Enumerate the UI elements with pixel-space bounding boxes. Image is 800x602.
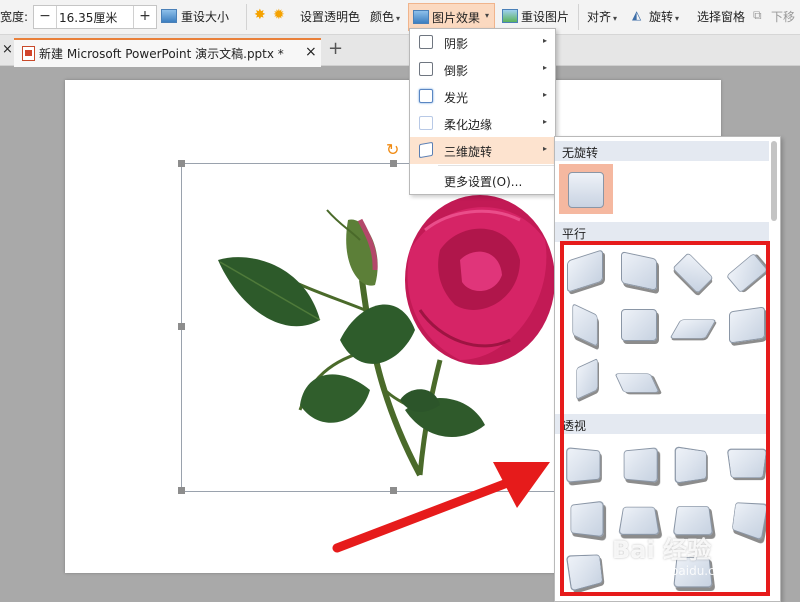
resize-handle-top[interactable] xyxy=(390,160,397,167)
separator xyxy=(578,4,579,30)
menu-item-label: 阴影 xyxy=(444,37,469,51)
width-value[interactable]: 16.35厘米 xyxy=(59,9,117,26)
ribbon-toolbar: 宽度: − 16.35厘米 + 重设大小 ✸ ✹ 设置透明色 颜色 ▾ 图片效果 … xyxy=(0,0,800,35)
selection-frame xyxy=(181,163,557,492)
menu-item-label: 发光 xyxy=(444,91,469,105)
chevron-right-icon: ▸ xyxy=(542,36,547,45)
menu-item-glow[interactable]: 发光 ▸ xyxy=(410,83,555,110)
brightness-decrease-icon[interactable]: ✹ xyxy=(273,8,285,22)
3d-rotation-icon xyxy=(419,141,433,159)
watermark-url: jingyan.baidu.com xyxy=(623,564,734,578)
scrollbar-thumb[interactable] xyxy=(771,141,777,221)
soft-edges-icon xyxy=(419,116,433,130)
resize-handle-top-left[interactable] xyxy=(178,160,185,167)
reset-picture-icon xyxy=(502,9,518,23)
chevron-down-icon: ▾ xyxy=(675,14,680,23)
section-header-parallel: 平行 xyxy=(555,222,769,242)
width-decrease-button[interactable]: − xyxy=(34,6,57,28)
reflection-icon xyxy=(419,62,433,76)
annotation-arrow-icon xyxy=(332,462,550,553)
color-button[interactable]: 颜色 ▾ xyxy=(370,8,400,25)
selection-pane-button[interactable]: 选择窗格 xyxy=(697,8,745,25)
chevron-right-icon: ▸ xyxy=(542,63,547,72)
menu-item-reflection[interactable]: 倒影 ▸ xyxy=(410,56,555,83)
separator xyxy=(246,4,247,30)
reset-picture-button[interactable]: 重设图片 xyxy=(521,8,569,25)
chevron-right-icon: ▸ xyxy=(542,117,547,126)
picture-effects-icon xyxy=(413,10,429,24)
picture-effects-label: 图片效果 xyxy=(432,11,481,25)
chevron-down-icon: ▾ xyxy=(613,14,618,23)
rotate-icon: ◭ xyxy=(632,8,642,22)
resize-handle-left[interactable] xyxy=(178,323,185,330)
preset-thumbnail xyxy=(568,172,604,208)
gallery-item-no-rotation[interactable] xyxy=(559,164,613,214)
new-tab-button[interactable]: + xyxy=(328,38,343,59)
menu-item-label: 倒影 xyxy=(444,64,469,78)
powerpoint-file-icon xyxy=(22,46,35,61)
shadow-icon xyxy=(419,35,433,49)
menu-item-shadow[interactable]: 阴影 ▸ xyxy=(410,29,555,56)
rotation-handle-icon[interactable]: ↻ xyxy=(386,140,399,159)
move-down-button[interactable]: 下移 xyxy=(771,8,795,25)
resize-handle-bottom-left[interactable] xyxy=(178,487,185,494)
brightness-increase-icon[interactable]: ✸ xyxy=(254,8,266,22)
glow-icon xyxy=(419,89,433,103)
section-header-no-rotation: 无旋转 xyxy=(555,141,769,161)
menu-item-3d-rotation[interactable]: 三维旋转 ▸ xyxy=(410,137,555,164)
move-down-icon: ⧉ xyxy=(753,8,762,22)
width-increase-button[interactable]: + xyxy=(133,6,156,28)
align-button[interactable]: 对齐 ▾ xyxy=(587,8,617,25)
close-icon[interactable]: × xyxy=(2,42,13,57)
picture-effects-button[interactable]: 图片效果 ▾ xyxy=(408,3,495,31)
align-label: 对齐 xyxy=(587,10,612,24)
reset-size-icon xyxy=(161,9,177,23)
set-transparent-button[interactable]: 设置透明色 xyxy=(300,8,360,25)
chevron-down-icon: ▾ xyxy=(396,14,401,23)
width-stepper[interactable]: − 16.35厘米 + xyxy=(33,5,157,29)
menu-divider xyxy=(438,165,555,166)
width-label: 宽度: xyxy=(0,10,29,24)
tab-document-title: 新建 Microsoft PowerPoint 演示文稿.pptx * xyxy=(39,47,284,61)
chevron-right-icon: ▸ xyxy=(542,90,547,99)
rotate-label: 旋转 xyxy=(649,10,674,24)
reset-size-button[interactable]: 重设大小 xyxy=(181,8,229,25)
menu-item-label: 三维旋转 xyxy=(444,145,493,159)
chevron-right-icon: ▸ xyxy=(542,144,547,153)
tab-document[interactable]: 新建 Microsoft PowerPoint 演示文稿.pptx * × xyxy=(14,38,321,67)
rotate-button[interactable]: 旋转 ▾ xyxy=(649,8,679,25)
menu-item-label: 更多设置(O)... xyxy=(444,175,523,189)
picture-effects-menu: 阴影 ▸ 倒影 ▸ 发光 ▸ 柔化边缘 ▸ 三维旋转 ▸ 更多设置(O)... xyxy=(409,28,556,195)
color-label: 颜色 xyxy=(370,10,395,24)
close-icon[interactable]: × xyxy=(305,44,317,60)
chevron-down-icon: ▾ xyxy=(485,11,490,20)
menu-item-label: 柔化边缘 xyxy=(444,118,493,132)
document-tab-bar: × 新建 Microsoft PowerPoint 演示文稿.pptx * × … xyxy=(0,35,800,67)
menu-item-more-settings[interactable]: 更多设置(O)... xyxy=(410,167,555,194)
menu-item-soft-edges[interactable]: 柔化边缘 ▸ xyxy=(410,110,555,137)
watermark-logo: Bai 经验 xyxy=(612,536,712,564)
